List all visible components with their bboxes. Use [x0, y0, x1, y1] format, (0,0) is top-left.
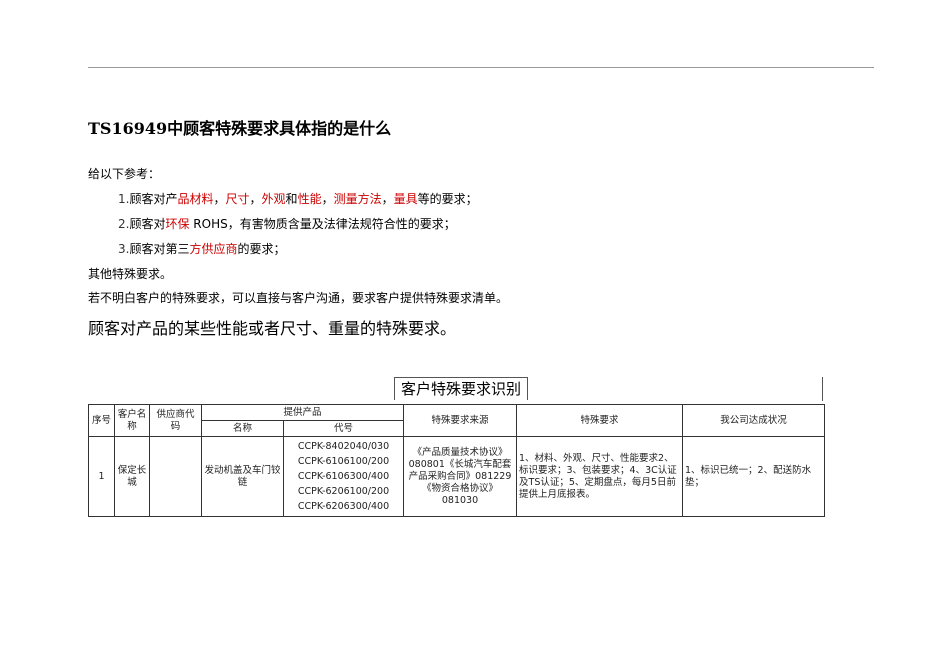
other-requirements-text: 其他特殊要求。	[88, 267, 173, 281]
item-segment: ，	[213, 192, 226, 206]
item-segment: 顾客对	[129, 217, 166, 231]
item-segment: 的要求；	[237, 242, 286, 256]
item-segment: ，	[249, 192, 262, 206]
item-text: 顾客对第三方供应商的要求；	[129, 242, 285, 256]
cell-product-name: 发动机盖及车门铰链	[201, 436, 284, 517]
item-number: 1.	[118, 192, 130, 206]
list-item: 2.顾客对环保 ROHS，有害物质含量及法律法规符合性的要求；	[118, 216, 456, 232]
header-rule	[88, 67, 874, 68]
header-name: 名称	[201, 420, 284, 437]
header-supplier-code: 供应商代码	[149, 404, 202, 437]
scan-table-title: 客户特殊要求识别	[394, 377, 529, 400]
product-code: CCPK-6206300/400	[297, 501, 390, 512]
highlighted-term: 量具	[393, 192, 418, 206]
item-segment: ，	[381, 192, 394, 206]
product-code: CCPK-6106300/400	[297, 471, 390, 482]
highlighted-term: 外观	[261, 192, 286, 206]
document-title: TS16949中顾客特殊要求具体指的是什么	[88, 119, 392, 138]
highlighted-term: 测量方法	[333, 192, 382, 206]
item-number: 2.	[118, 217, 130, 231]
table-header-row: 序号 客户名称 供应商代码 提供产品 特殊要求来源 特殊要求 我公司达成状况	[88, 404, 826, 437]
scanned-table-image: 客户特殊要求识别 序号 客户名称 供应商代码 提供产品 特殊要求来源 特殊要求 …	[88, 377, 826, 523]
product-code: CCPK-6106100/200	[297, 456, 390, 467]
item-number: 3.	[118, 242, 130, 256]
item-segment: 顾客对产	[129, 192, 178, 206]
item-segment: 等的要求；	[417, 192, 478, 206]
item-segment: 顾客对第三	[129, 242, 190, 256]
header-source: 特殊要求来源	[403, 404, 518, 437]
header-code: 代号	[282, 420, 405, 437]
table-row: 1 保定长城 发动机盖及车门铰链 CCPK-8402040/030 CCPK-6…	[88, 436, 826, 517]
customer-requirements-table: 序号 客户名称 供应商代码 提供产品 特殊要求来源 特殊要求 我公司达成状况 名…	[88, 404, 826, 517]
header-requirement: 特殊要求	[516, 404, 684, 437]
cell-source: 《产品质量技术协议》080801《长城汽车配套产品采购合同》081229《物资合…	[403, 436, 518, 517]
product-code: CCPK-8402040/030	[297, 441, 390, 452]
item-segment: ROHS，有害物质含量及法律法规符合性的要求；	[189, 217, 456, 231]
header-seq: 序号	[88, 404, 115, 437]
header-product: 提供产品	[200, 404, 405, 421]
advice-text: 若不明白客户的特殊要求，可以直接与客户沟通，要求客户提供特殊要求清单。	[88, 291, 509, 305]
cell-requirement: 1、材料、外观、尺寸、性能要求2、标识要求；3、包装要求；4、3C认证及TS认证…	[516, 436, 684, 517]
cell-status: 1、标识已统一；2、配送防水垫；	[682, 436, 826, 517]
highlighted-term: 方供应商	[189, 242, 238, 256]
item-text: 顾客对产品材料，尺寸，外观和性能，测量方法，量具等的要求；	[129, 192, 477, 206]
highlighted-term: 尺寸	[225, 192, 250, 206]
item-text: 顾客对环保 ROHS，有害物质含量及法律法规符合性的要求；	[129, 217, 455, 231]
scan-edge	[822, 377, 823, 401]
list-item: 3.顾客对第三方供应商的要求；	[118, 241, 286, 257]
cell-seq: 1	[88, 436, 115, 517]
list-item: 1.顾客对产品材料，尺寸，外观和性能，测量方法，量具等的要求；	[118, 191, 478, 207]
cell-product-codes: CCPK-8402040/030 CCPK-6106100/200 CCPK-6…	[282, 436, 405, 517]
intro-text: 给以下参考：	[88, 167, 161, 181]
cell-customer: 保定长城	[114, 436, 150, 517]
summary-line: 顾客对产品的某些性能或者尺寸、重量的特殊要求。	[88, 319, 457, 338]
highlighted-term: 品材料	[177, 192, 214, 206]
highlighted-term: 性能	[297, 192, 322, 206]
header-customer: 客户名称	[114, 404, 150, 437]
header-status: 我公司达成状况	[682, 404, 826, 437]
item-segment: 和	[285, 192, 298, 206]
product-code: CCPK-6206100/200	[297, 486, 390, 497]
highlighted-term: 环保	[165, 217, 190, 231]
cell-supplier-code	[149, 436, 202, 517]
item-segment: ，	[321, 192, 334, 206]
